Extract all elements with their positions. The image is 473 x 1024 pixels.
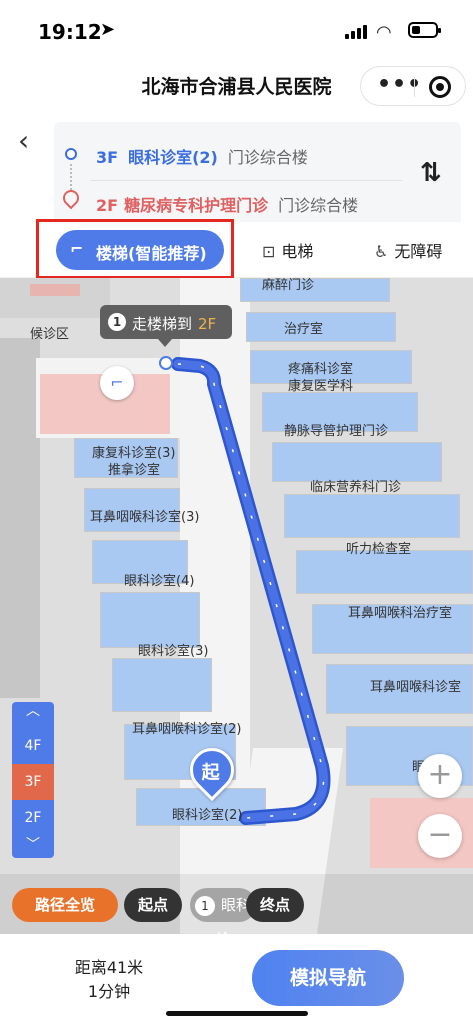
step-number: 1 bbox=[108, 313, 126, 331]
end-building: 门诊综合楼 bbox=[278, 196, 359, 215]
map-label: 眼科诊室(2) bbox=[172, 808, 243, 823]
tab-accessible[interactable]: ♿ 无障碍 bbox=[374, 238, 442, 262]
route-panel: ‹ 3F 眼科诊室(2) 门诊综合楼 2F 糖尿病专科护理门诊 门诊综合楼 ⇅ bbox=[0, 110, 473, 226]
end-room: 糖尿病专科护理门诊 bbox=[124, 196, 269, 215]
route-box: 3F 眼科诊室(2) 门诊综合楼 2F 糖尿病专科护理门诊 门诊综合楼 ⇅ bbox=[54, 122, 461, 226]
tab-accessible-label: 无障碍 bbox=[394, 242, 443, 261]
floor-selector: ︿ 4F 3F 2F ﹀ bbox=[12, 702, 54, 858]
map-label: 治疗室 bbox=[284, 322, 324, 337]
end-chip[interactable]: 终点 bbox=[246, 888, 304, 922]
map-label: 听力检查室 bbox=[346, 542, 412, 557]
map-label: 耳鼻咽喉科诊室 bbox=[370, 680, 462, 695]
map-label: 麻醉门诊 bbox=[262, 278, 315, 293]
simulate-navigation-button[interactable]: 模拟导航 bbox=[252, 950, 404, 1006]
map-label: 康复医学科 bbox=[288, 379, 354, 394]
zoom-out-button[interactable]: − bbox=[418, 814, 462, 858]
route-overview-button[interactable]: 路径全览 bbox=[12, 888, 118, 922]
duration-text: 1分钟 bbox=[87, 982, 131, 1001]
floor-3f[interactable]: 3F bbox=[12, 764, 54, 800]
step-target-floor: 2F bbox=[198, 315, 217, 333]
home-indicator bbox=[166, 1011, 308, 1016]
tab-elevator[interactable]: ⊡ 电梯 bbox=[262, 238, 313, 262]
status-time: 19:12 bbox=[38, 20, 102, 44]
start-floor: 3F bbox=[96, 148, 119, 167]
map-label: 耳鼻咽喉科诊室(3) bbox=[90, 510, 200, 525]
status-bar: 19:12 ➤ ◠ bbox=[0, 0, 473, 62]
stairs-location-icon[interactable]: ⌐ bbox=[100, 366, 134, 400]
map-label: 耳鼻咽喉科诊室(2) bbox=[132, 722, 242, 737]
map-label: 耳鼻咽喉科治疗室 bbox=[348, 606, 453, 621]
step-chip-number: 1 bbox=[194, 896, 215, 916]
route-end-row[interactable]: 2F 糖尿病专科护理门诊 门诊综合楼 bbox=[96, 192, 358, 216]
swap-route-icon[interactable]: ⇅ bbox=[420, 158, 442, 188]
route-dash-line bbox=[70, 164, 72, 190]
map-label: 推拿诊室 bbox=[108, 463, 161, 478]
floor-up-icon[interactable]: ︿ bbox=[12, 702, 54, 724]
more-dots-icon[interactable]: ••• bbox=[377, 72, 422, 97]
step-text: 走楼梯到 bbox=[132, 315, 193, 333]
floor-down-icon[interactable]: ﹀ bbox=[12, 836, 54, 858]
location-arrow-icon: ➤ bbox=[100, 19, 116, 40]
mini-program-capsule: ••• bbox=[360, 66, 466, 106]
route-start-row[interactable]: 3F 眼科诊室(2) 门诊综合楼 bbox=[96, 144, 308, 168]
map-label: 临床营养科门诊 bbox=[310, 480, 402, 495]
floor-4f[interactable]: 4F bbox=[12, 728, 54, 764]
target-ring-icon[interactable] bbox=[429, 76, 451, 98]
back-arrow-icon[interactable]: ‹ bbox=[18, 124, 29, 157]
step-instruction-bubble: 1 走楼梯到 2F bbox=[100, 305, 232, 347]
zoom-in-button[interactable]: + bbox=[418, 754, 462, 798]
tab-elevator-label: 电梯 bbox=[281, 242, 314, 261]
end-floor: 2F bbox=[96, 196, 119, 215]
highlight-box bbox=[36, 219, 234, 279]
map-label: 静脉导管护理门诊 bbox=[284, 424, 389, 439]
indoor-map[interactable]: 候诊区 麻醉门诊 治疗室 疼痛科诊室 康复医学科 静脉导管护理门诊 康复科诊室(… bbox=[0, 278, 473, 934]
battery-icon bbox=[408, 22, 441, 38]
start-dot-icon bbox=[65, 148, 77, 160]
route-summary: 距离41米 1分钟 bbox=[64, 956, 154, 1004]
start-chip[interactable]: 起点 bbox=[124, 888, 182, 922]
step-chips: 路径全览 起点 1眼科诊 终点 bbox=[0, 874, 473, 934]
wheelchair-icon: ♿ bbox=[374, 242, 389, 261]
signal-icon bbox=[345, 25, 367, 39]
elevator-icon: ⊡ bbox=[262, 242, 276, 261]
destination-pin-icon bbox=[59, 186, 83, 210]
floor-2f[interactable]: 2F bbox=[12, 800, 54, 836]
title-bar: 北海市合浦县人民医院 ••• bbox=[0, 62, 473, 110]
start-building: 门诊综合楼 bbox=[227, 148, 308, 167]
start-room: 眼科诊室(2) bbox=[128, 148, 218, 167]
capsule-divider bbox=[414, 77, 415, 97]
map-label: 候诊区 bbox=[30, 327, 70, 342]
distance-text: 距离41米 bbox=[74, 958, 144, 977]
route-mode-tabs: ⌐ 楼梯(智能推荐) ⊡ 电梯 ♿ 无障碍 bbox=[0, 219, 473, 279]
wifi-icon: ◠ bbox=[376, 22, 392, 43]
map-label: 眼科诊室(4) bbox=[124, 574, 195, 589]
map-label: 眼科诊室(3) bbox=[138, 644, 209, 659]
route-divider bbox=[90, 180, 402, 181]
